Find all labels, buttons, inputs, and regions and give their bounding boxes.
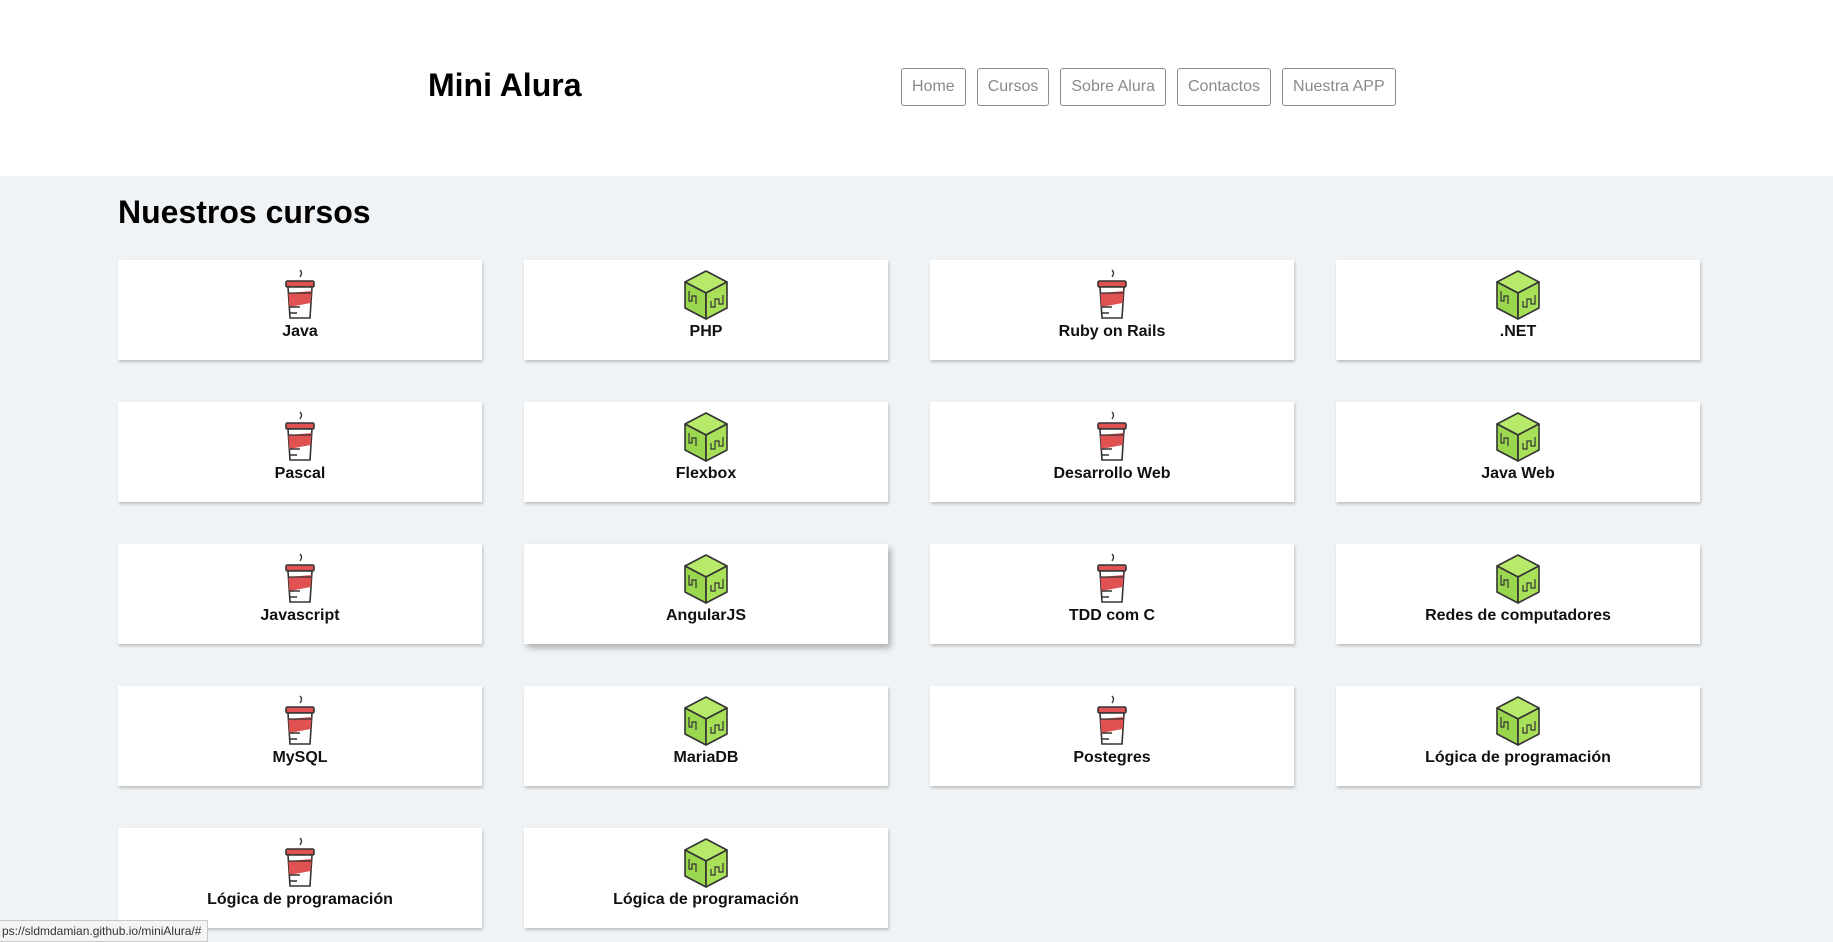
site-logo[interactable]: Mini Alura <box>428 67 581 104</box>
course-card[interactable]: AngularJS <box>524 544 888 644</box>
course-card[interactable]: MySQL <box>118 686 482 786</box>
coffee-cup-icon <box>1087 269 1137 321</box>
course-card[interactable]: Javascript <box>118 544 482 644</box>
course-title: Redes de computadores <box>1425 607 1611 624</box>
green-cube-icon <box>1493 695 1543 747</box>
nav-sobre-alura-button[interactable]: Sobre Alura <box>1060 68 1166 106</box>
coffee-cup-icon <box>1087 553 1137 605</box>
course-card[interactable]: PHP <box>524 260 888 360</box>
course-card[interactable]: Redes de computadores <box>1336 544 1700 644</box>
course-title: .NET <box>1499 323 1537 340</box>
green-cube-icon <box>681 837 731 889</box>
course-card[interactable]: Postegres <box>930 686 1294 786</box>
course-card[interactable]: Java Web <box>1336 402 1700 502</box>
course-card[interactable]: TDD com C <box>930 544 1294 644</box>
coffee-cup-icon <box>275 553 325 605</box>
course-card[interactable]: Flexbox <box>524 402 888 502</box>
course-title: MariaDB <box>673 749 739 766</box>
section-title: Nuestros cursos <box>118 194 371 230</box>
course-card[interactable]: Ruby on Rails <box>930 260 1294 360</box>
course-title: Java <box>282 323 318 340</box>
coffee-cup-icon <box>275 837 325 889</box>
course-card[interactable]: Pascal <box>118 402 482 502</box>
green-cube-icon <box>681 553 731 605</box>
course-title: Pascal <box>274 465 326 482</box>
course-title: Flexbox <box>675 465 737 482</box>
coffee-cup-icon <box>275 269 325 321</box>
course-grid: Java PHP Ruby on Rails .NET Pascal Flexb… <box>118 260 1700 928</box>
site-header: Mini Alura Home Cursos Sobre Alura Conta… <box>0 0 1833 176</box>
course-card[interactable]: Lógica de programación <box>1336 686 1700 786</box>
courses-section: Nuestros cursos Java PHP Ruby on Rails .… <box>0 176 1833 942</box>
green-cube-icon <box>681 269 731 321</box>
coffee-cup-icon <box>1087 695 1137 747</box>
course-title: MySQL <box>272 749 328 766</box>
course-title: PHP <box>689 323 723 340</box>
green-cube-icon <box>681 411 731 463</box>
coffee-cup-icon <box>275 695 325 747</box>
nav-cursos-button[interactable]: Cursos <box>976 68 1050 106</box>
green-cube-icon <box>1493 553 1543 605</box>
course-title: Lógica de programación <box>207 891 393 908</box>
course-title: Postegres <box>1073 749 1151 766</box>
green-cube-icon <box>681 695 731 747</box>
course-card[interactable]: Lógica de programación <box>524 828 888 928</box>
nav-nuestra-app-button[interactable]: Nuestra APP <box>1282 68 1396 106</box>
course-title: Lógica de programación <box>613 891 799 908</box>
course-title: Ruby on Rails <box>1058 323 1166 340</box>
coffee-cup-icon <box>275 411 325 463</box>
course-title: Desarrollo Web <box>1053 465 1171 482</box>
browser-status-url: ps://sldmdamian.github.io/miniAlura/# <box>0 920 209 942</box>
course-card[interactable]: .NET <box>1336 260 1700 360</box>
course-title: Lógica de programación <box>1425 749 1611 766</box>
course-title: Javascript <box>260 607 340 624</box>
course-card[interactable]: Lógica de programación <box>118 828 482 928</box>
nav-home-button[interactable]: Home <box>901 68 966 106</box>
course-title: Java Web <box>1481 465 1555 482</box>
course-title: AngularJS <box>665 607 746 624</box>
course-card[interactable]: Java <box>118 260 482 360</box>
green-cube-icon <box>1493 411 1543 463</box>
course-card[interactable]: MariaDB <box>524 686 888 786</box>
course-title: TDD com C <box>1068 607 1156 624</box>
coffee-cup-icon <box>1087 411 1137 463</box>
green-cube-icon <box>1493 269 1543 321</box>
main-nav: Home Cursos Sobre Alura Contactos Nuestr… <box>901 68 1396 106</box>
course-card[interactable]: Desarrollo Web <box>930 402 1294 502</box>
nav-contactos-button[interactable]: Contactos <box>1176 68 1272 106</box>
